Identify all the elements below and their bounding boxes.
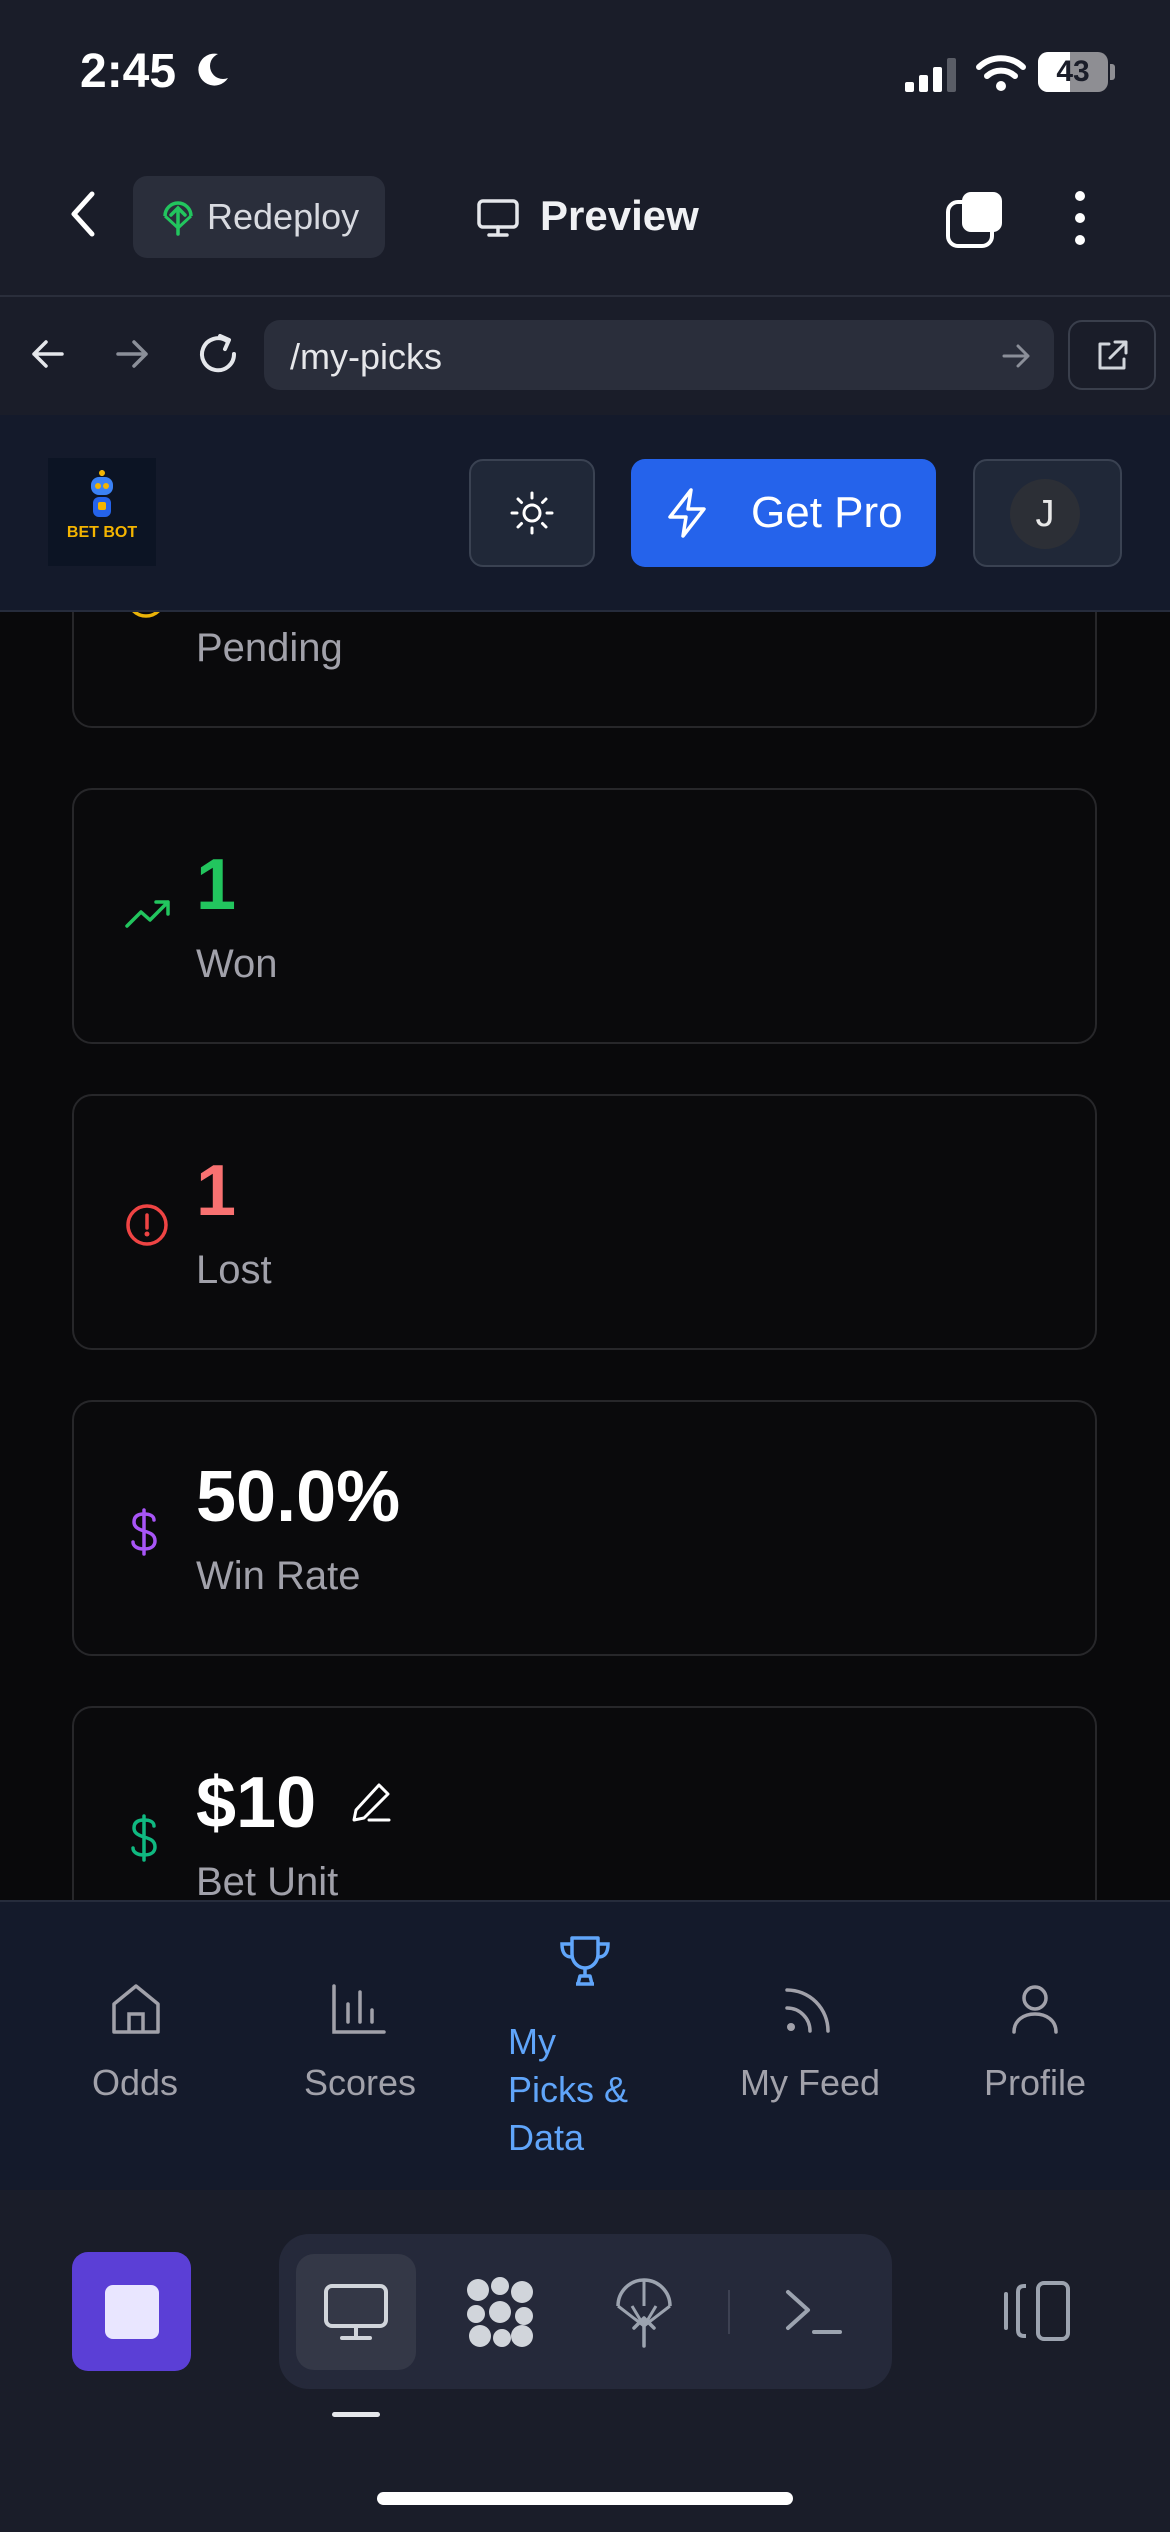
tab-label-line: My bbox=[508, 2021, 556, 2062]
monitor-icon bbox=[322, 2282, 390, 2347]
stat-value: 1 bbox=[196, 1151, 237, 1231]
logo-text: BET BOT bbox=[66, 524, 138, 541]
deploy-icon[interactable] bbox=[612, 2276, 676, 2353]
bottom-tab-bar: Odds Scores My Picks & Data My Feed Prof… bbox=[0, 1900, 1170, 2192]
battery-icon: 43 bbox=[1038, 52, 1108, 92]
stat-value: $10 bbox=[196, 1763, 317, 1843]
tab-my-feed[interactable]: My Feed bbox=[720, 1982, 900, 2104]
url-text: /my-picks bbox=[290, 336, 442, 377]
redeploy-label: Redeploy bbox=[207, 196, 360, 237]
stat-value: 50.0% bbox=[196, 1457, 401, 1537]
clock-icon bbox=[124, 612, 168, 625]
stat-label: Won bbox=[196, 942, 278, 986]
sun-icon bbox=[506, 487, 558, 544]
tabs-icon[interactable] bbox=[944, 188, 1006, 255]
cellular-signal-icon bbox=[905, 58, 961, 97]
home-icon bbox=[108, 1982, 164, 2041]
tab-odds[interactable]: Odds bbox=[60, 1982, 210, 2104]
external-link-icon bbox=[1094, 338, 1130, 379]
user-icon bbox=[1008, 1982, 1062, 2041]
home-indicator[interactable] bbox=[377, 2492, 793, 2505]
reload-icon[interactable] bbox=[194, 330, 242, 383]
dollar-icon bbox=[124, 1814, 164, 1867]
stat-card-won: 1 Won bbox=[72, 788, 1097, 1044]
arrow-left-icon[interactable] bbox=[28, 334, 68, 379]
preview-title[interactable]: Preview bbox=[540, 192, 699, 240]
arrow-right-icon[interactable] bbox=[112, 334, 152, 379]
moon-icon bbox=[192, 50, 232, 95]
tab-label-line: Data bbox=[508, 2117, 585, 2158]
divider bbox=[728, 2290, 730, 2334]
graph-icon[interactable] bbox=[462, 2274, 538, 2355]
tab-label-line: Picks & bbox=[508, 2069, 629, 2110]
stat-label: Bet Unit bbox=[196, 1860, 339, 1900]
tab-my-picks[interactable]: My Picks & Data bbox=[508, 1932, 668, 2162]
rss-icon bbox=[782, 1982, 836, 2041]
alert-circle-icon bbox=[124, 1202, 170, 1253]
avatar: J bbox=[1010, 479, 1080, 549]
trending-up-icon bbox=[124, 896, 172, 937]
get-pro-label: Get Pro bbox=[751, 488, 903, 537]
go-arrow-icon[interactable] bbox=[1000, 340, 1032, 377]
tab-profile[interactable]: Profile bbox=[960, 1982, 1110, 2104]
lightning-icon bbox=[662, 486, 712, 545]
trophy-icon bbox=[556, 1932, 614, 1995]
battery-tip bbox=[1110, 64, 1115, 80]
layout-panel-icon[interactable] bbox=[1002, 2280, 1072, 2347]
stat-card-lost: 1 Lost bbox=[72, 1094, 1097, 1350]
stat-label: Win Rate bbox=[196, 1554, 361, 1598]
tab-scores[interactable]: Scores bbox=[280, 1982, 440, 2104]
stat-label: Lost bbox=[196, 1248, 272, 1292]
stat-value: 1 bbox=[196, 845, 237, 925]
dollar-icon bbox=[124, 1508, 164, 1561]
terminal-icon[interactable] bbox=[784, 2286, 844, 2343]
back-chevron-icon[interactable] bbox=[64, 190, 104, 243]
monitor-icon bbox=[476, 198, 520, 243]
edit-pencil-icon[interactable] bbox=[349, 1780, 393, 1829]
stats-list: Pending 1 Won 1 Lost 50.0% Win Rate $10 … bbox=[0, 612, 1170, 1900]
robot-icon bbox=[86, 470, 118, 527]
stat-card-bet-unit: $10 Bet Unit bbox=[72, 1706, 1097, 1900]
wifi-icon bbox=[976, 54, 1026, 97]
stop-icon bbox=[105, 2285, 159, 2339]
status-time: 2:45 bbox=[80, 45, 177, 98]
battery-level: 43 bbox=[1056, 55, 1090, 88]
bar-chart-icon bbox=[330, 1982, 388, 2041]
more-vertical-icon[interactable] bbox=[1068, 188, 1092, 253]
active-tool-indicator bbox=[332, 2412, 380, 2417]
stat-card-win-rate: 50.0% Win Rate bbox=[72, 1400, 1097, 1656]
deploy-icon bbox=[160, 198, 196, 243]
stat-card-pending: Pending bbox=[72, 612, 1097, 728]
stat-label: Pending bbox=[196, 626, 343, 670]
